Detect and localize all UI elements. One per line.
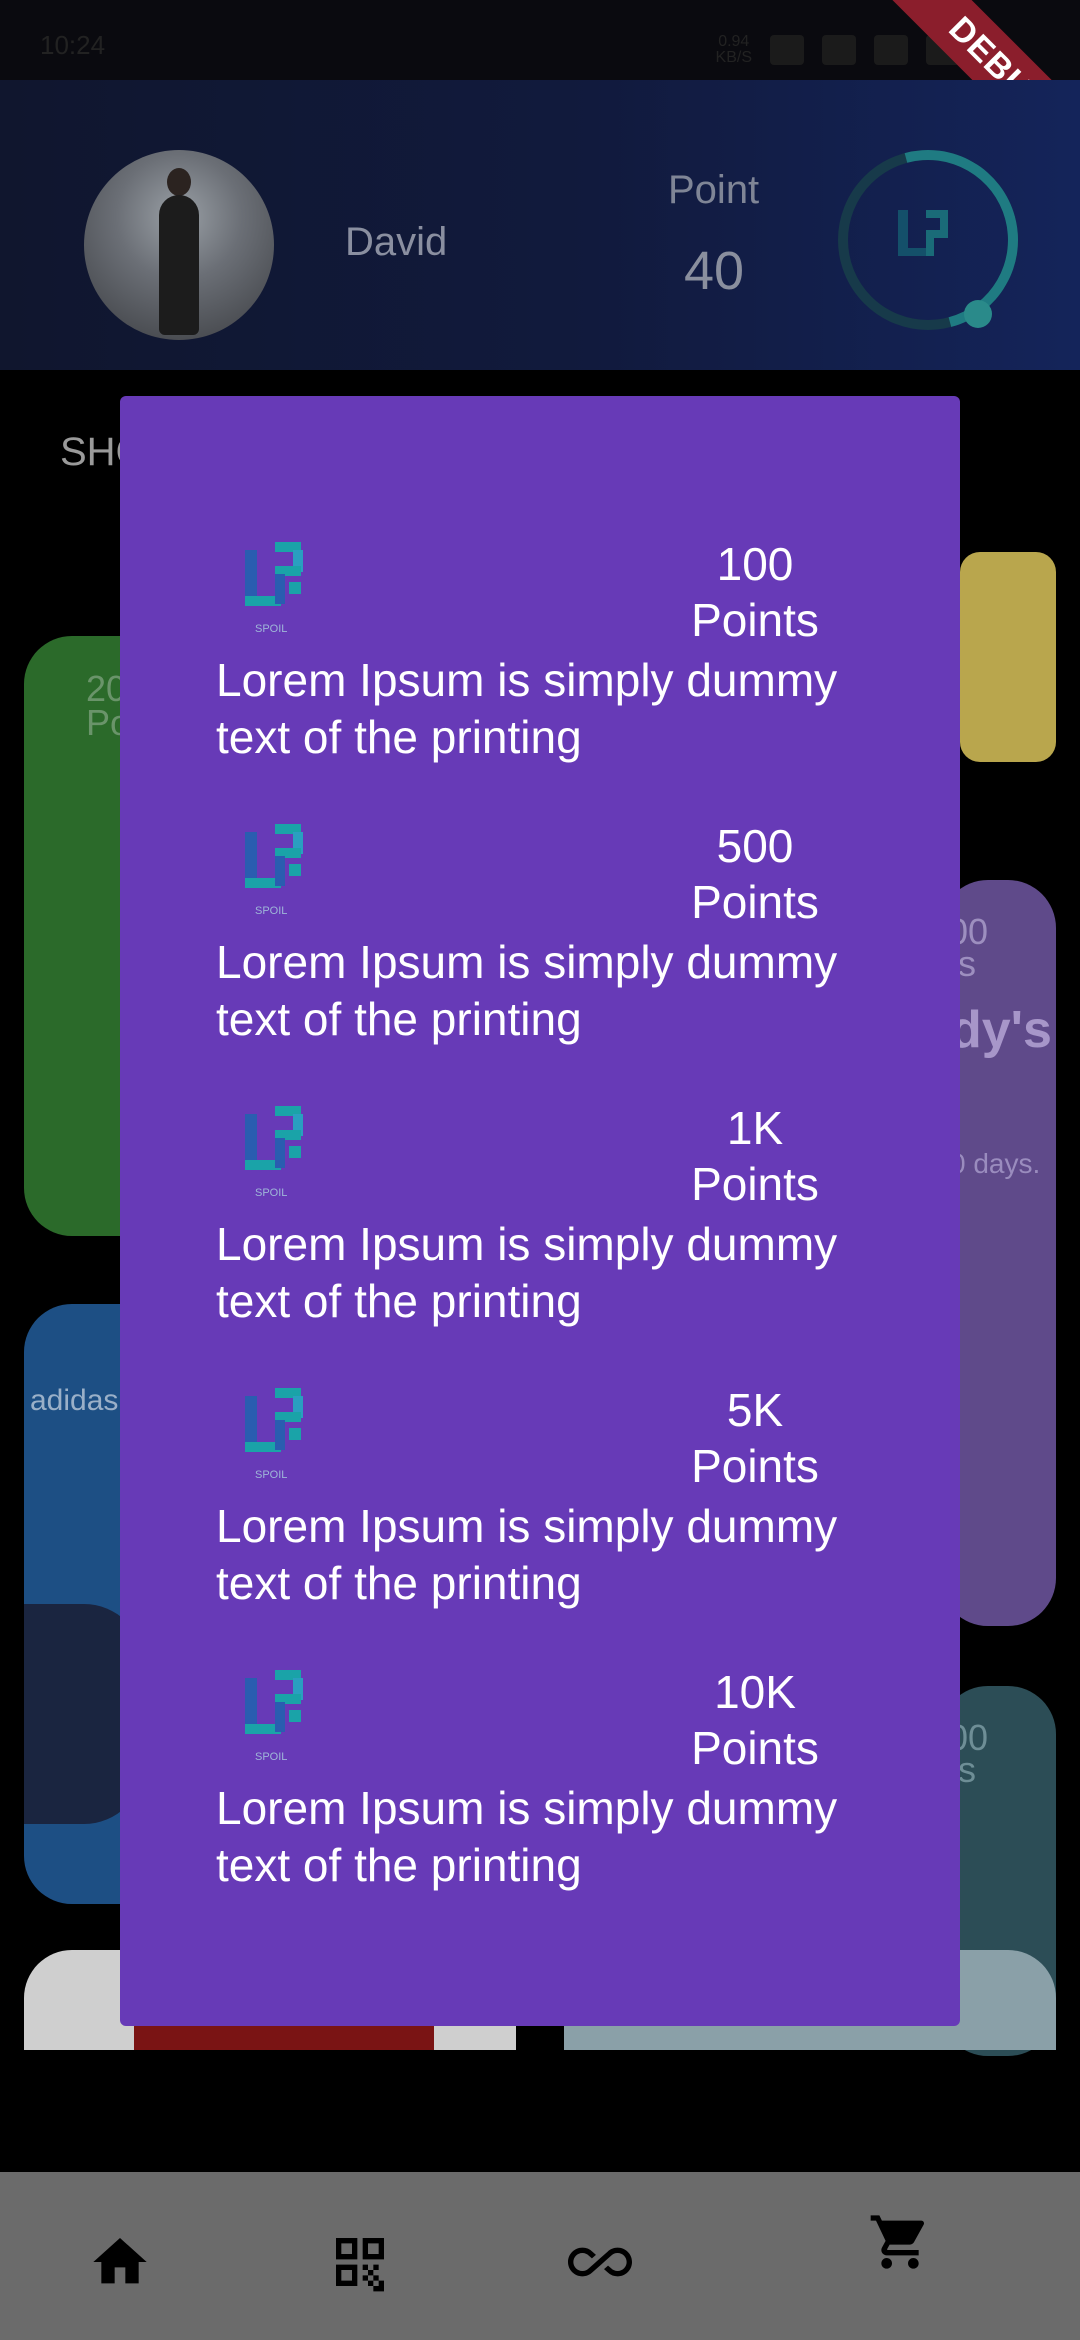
svg-text:SPOIL: SPOIL xyxy=(255,623,287,635)
reward-item[interactable]: SPOIL 1K Points Lorem Ipsum is simply du… xyxy=(120,1012,960,1327)
reward-item[interactable]: SPOIL 5K Points Lorem Ipsum is simply du… xyxy=(120,1294,960,1609)
bg-card-subtitle: 0 days. xyxy=(950,1148,1041,1179)
reward-item[interactable]: SPOIL 100 Points Lorem Ipsum is simply d… xyxy=(120,448,960,763)
svg-text:SPOIL: SPOIL xyxy=(255,905,287,917)
wifi-icon xyxy=(770,35,804,65)
username: David xyxy=(345,220,448,264)
signal-icon xyxy=(874,35,908,65)
reward-points: 100 Points xyxy=(691,538,819,646)
network-speed: 0.94 KB/S xyxy=(715,33,752,66)
nav-home-button[interactable] xyxy=(80,2222,160,2302)
svg-text:SPOIL: SPOIL xyxy=(255,1187,287,1199)
home-icon xyxy=(93,2238,147,2284)
reward-item[interactable]: SPOIL 10K Points Lorem Ipsum is simply d… xyxy=(120,1576,960,1891)
reward-points: 10K Points xyxy=(691,1666,819,1774)
nav-loop-button[interactable] xyxy=(560,2222,640,2302)
bg-card-yellow[interactable] xyxy=(960,552,1056,762)
spoil-logo-icon: SPOIL xyxy=(245,1106,303,1199)
infinity-icon xyxy=(568,2247,632,2277)
status-bar: 10:24 0.94 KB/S DEBUG xyxy=(0,0,1080,201)
svg-text:SPOIL: SPOIL xyxy=(255,1751,287,1763)
qr-code-icon xyxy=(336,2238,384,2292)
rewards-dialog: SPOIL 100 Points Lorem Ipsum is simply d… xyxy=(120,396,960,2026)
call-icon xyxy=(822,35,856,65)
bg-card-title: dy's xyxy=(950,1001,1052,1059)
spoil-logo-icon xyxy=(898,210,948,256)
profile-header: David Point 40 xyxy=(0,80,1080,370)
spoil-logo-icon: SPOIL xyxy=(245,824,303,917)
status-time: 10:24 xyxy=(40,30,106,60)
cart-icon xyxy=(870,2215,925,2269)
nav-scan-button[interactable] xyxy=(320,2222,400,2302)
point-value: 40 xyxy=(684,241,745,301)
reward-points: 500 Points xyxy=(691,820,819,928)
spoil-logo-icon: SPOIL xyxy=(245,1670,303,1763)
spoil-logo-icon: SPOIL xyxy=(245,1388,303,1481)
status-icons: 0.94 KB/S xyxy=(716,34,960,66)
bottom-navigation xyxy=(0,2172,1080,2340)
spoil-logo-icon: SPOIL xyxy=(245,542,303,635)
reward-description: Lorem Ipsum is simply dummy text of the … xyxy=(216,1782,838,1891)
brand-label: adidas xyxy=(30,1384,119,1417)
reward-points: 5K Points xyxy=(691,1384,819,1492)
nav-cart-button[interactable] xyxy=(860,2202,940,2282)
reward-points: 1K Points xyxy=(691,1102,819,1210)
reward-item[interactable]: SPOIL 500 Points Lorem Ipsum is simply d… xyxy=(120,730,960,1045)
avatar[interactable] xyxy=(84,150,274,340)
point-label: Point xyxy=(668,168,760,212)
svg-text:SPOIL: SPOIL xyxy=(255,1469,287,1481)
progress-knob xyxy=(964,300,992,328)
